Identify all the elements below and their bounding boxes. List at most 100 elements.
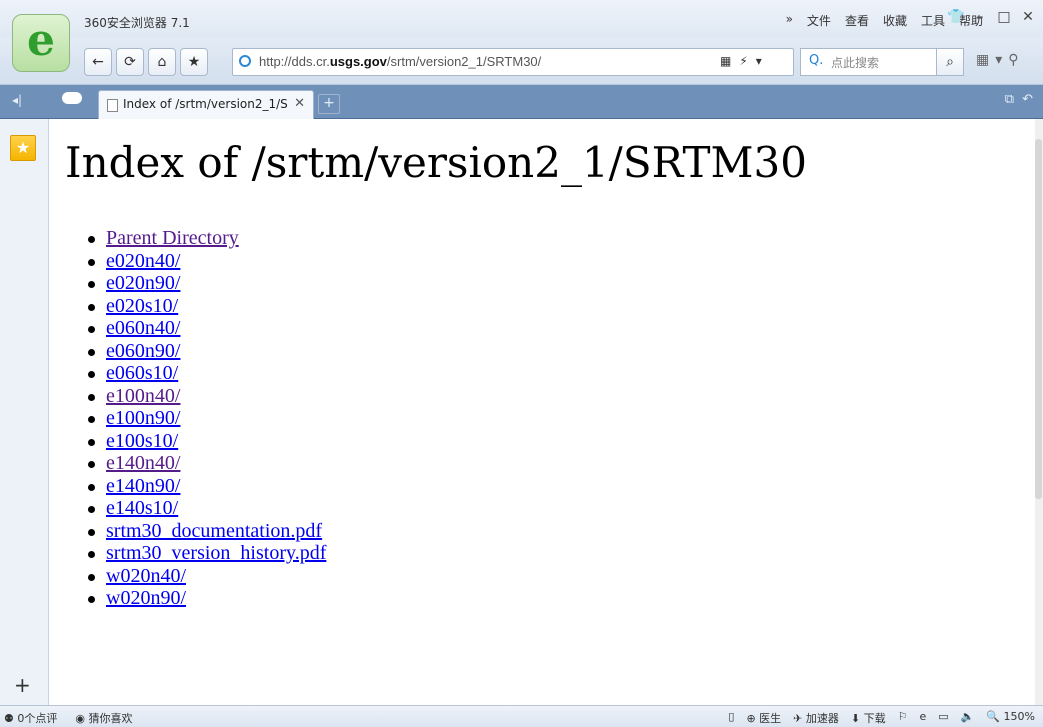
app-title: 360安全浏览器 7.1 (84, 16, 190, 30)
menu-more[interactable]: » (786, 12, 793, 29)
menu-tools[interactable]: 工具 (921, 12, 945, 29)
parent-directory-link[interactable]: Parent Directory (106, 227, 239, 249)
refresh-button[interactable]: ⟳ (116, 48, 144, 76)
directory-entry-link[interactable]: e140n90/ (106, 475, 180, 497)
list-item: Parent Directory (87, 227, 326, 250)
search-icon: ⌕ (946, 54, 954, 70)
address-bar[interactable]: http://dds.cr.usgs.gov/srtm/version2_1/S… (232, 48, 794, 76)
browser-logo-icon[interactable]: e (12, 14, 70, 72)
directory-entry-link[interactable]: e060n40/ (106, 317, 180, 339)
logo-e-mark: e (27, 15, 55, 66)
list-item: w020n40/ (87, 565, 326, 588)
undo-close-icon[interactable]: ↶ (1022, 92, 1033, 107)
mobile-icon[interactable]: ▯ (728, 710, 734, 726)
apps-grid-icon[interactable]: ▦ (976, 52, 989, 68)
address-tools: ▦ ⚡ ▾ (720, 54, 762, 68)
back-button[interactable]: ← (84, 48, 112, 76)
directory-entry-link[interactable]: e100n40/ (106, 385, 180, 407)
address-dropdown-icon[interactable]: ▾ (756, 54, 762, 68)
list-item: e140n40/ (87, 452, 326, 475)
list-item: e100n90/ (87, 407, 326, 430)
list-item: e100s10/ (87, 430, 326, 453)
status-left: ⚉ 0个点评 ◉ 猜你喜欢 (4, 710, 132, 726)
tab-bar: ◂| Index of /srtm/version2_1/S ✕ + ⧉ ↶ (0, 85, 1043, 119)
directory-entry-link[interactable]: e060s10/ (106, 362, 178, 384)
directory-entry-link[interactable]: e020n90/ (106, 272, 180, 294)
list-item: e060n40/ (87, 317, 326, 340)
ie-mode-icon[interactable]: e (919, 710, 926, 726)
url-path: /srtm/version2_1/SRTM30/ (386, 54, 542, 69)
favorite-star-button[interactable]: ★ (180, 48, 208, 76)
sidebar-toggle-icon[interactable]: ◂| (12, 93, 22, 107)
list-item: srtm30_documentation.pdf (87, 520, 326, 543)
page-icon (107, 99, 118, 112)
directory-entry-link[interactable]: e060n90/ (106, 340, 180, 362)
status-bar: ⚉ 0个点评 ◉ 猜你喜欢 ▯ ⊕ 医生 ✈ 加速器 ⬇ 下载 ⚐ e ▭ 🔈 … (0, 705, 1043, 727)
page-content: Index of /srtm/version2_1/SRTM30 Parent … (49, 119, 1035, 705)
accelerator-button[interactable]: ✈ 加速器 (793, 710, 839, 726)
close-window-button[interactable]: ✕ (1017, 6, 1039, 28)
window-icon[interactable]: ▭ (938, 710, 948, 726)
directory-entry-link[interactable]: e020n40/ (106, 250, 180, 272)
add-sidebar-icon[interactable]: + (14, 673, 31, 697)
directory-entry-link[interactable]: e100s10/ (106, 430, 178, 452)
list-item: e140n90/ (87, 475, 326, 498)
restore-tab-icon[interactable]: ⧉ (1005, 92, 1014, 107)
directory-entry-link[interactable]: e140n40/ (106, 452, 180, 474)
vertical-scrollbar[interactable] (1035, 119, 1043, 705)
url-text[interactable]: http://dds.cr.usgs.gov/srtm/version2_1/S… (259, 54, 541, 69)
recommendations-link[interactable]: ◉ 猜你喜欢 (75, 710, 132, 726)
qr-code-icon[interactable]: ▦ (720, 54, 731, 68)
minimize-button[interactable]: – (969, 6, 991, 28)
status-right: ▯ ⊕ 医生 ✈ 加速器 ⬇ 下载 ⚐ e ▭ 🔈 🔍 150% (728, 710, 1035, 726)
window-controls: 👕 – □ ✕ (943, 6, 1039, 28)
scrollbar-thumb[interactable] (1035, 139, 1042, 499)
maximize-button[interactable]: □ (993, 6, 1015, 28)
menu-file[interactable]: 文件 (807, 12, 831, 29)
left-sidebar: ★ + (0, 119, 49, 705)
home-button[interactable]: ⌂ (148, 48, 176, 76)
tab-active[interactable]: Index of /srtm/version2_1/S ✕ (98, 90, 314, 119)
tab-title: Index of /srtm/version2_1/S (123, 97, 288, 111)
sound-icon[interactable]: 🔈 (961, 710, 975, 726)
menu-view[interactable]: 查看 (845, 12, 869, 29)
search-button[interactable]: ⌕ (936, 48, 964, 76)
skin-icon[interactable]: 👕 (945, 6, 967, 28)
directory-entry-link[interactable]: w020n40/ (106, 565, 186, 587)
list-item: e020s10/ (87, 295, 326, 318)
cloud-sync-icon[interactable] (62, 92, 82, 104)
directory-entry-link[interactable]: srtm30_documentation.pdf (106, 520, 322, 542)
doctor-button[interactable]: ⊕ 医生 (746, 710, 781, 726)
search-engine-icon[interactable]: Q. (809, 53, 823, 68)
url-prefix: http://dds.cr. (259, 54, 330, 69)
title-bar: 360安全浏览器 7.1 » 文件 查看 收藏 工具 帮助 👕 – □ ✕ (0, 0, 1043, 38)
list-item: w020n90/ (87, 587, 326, 610)
extensions-dropdown-icon[interactable]: ▾ (995, 52, 1002, 68)
directory-entry-link[interactable]: w020n90/ (106, 587, 186, 609)
directory-entry-link[interactable]: e020s10/ (106, 295, 178, 317)
directory-entry-link[interactable]: srtm30_version_history.pdf (106, 542, 326, 564)
speed-mode-icon[interactable]: ⚡ (739, 54, 747, 68)
extensions-area: ▦ ▾ ⚲ (976, 52, 1019, 68)
new-tab-button[interactable]: + (318, 94, 340, 114)
tabbar-tools: ⧉ ↶ (1005, 92, 1033, 107)
zoom-search-icon[interactable]: ⚲ (1008, 52, 1018, 68)
close-tab-icon[interactable]: ✕ (294, 96, 305, 111)
zoom-level[interactable]: 🔍 150% (986, 710, 1035, 726)
directory-entry-link[interactable]: e140s10/ (106, 497, 178, 519)
list-item: e020n40/ (87, 250, 326, 273)
list-item: e060n90/ (87, 340, 326, 363)
site-security-icon (239, 55, 251, 67)
comments-count[interactable]: ⚉ 0个点评 (4, 710, 57, 726)
list-item: e140s10/ (87, 497, 326, 520)
page-title: Index of /srtm/version2_1/SRTM30 (65, 138, 807, 187)
list-item: e100n40/ (87, 385, 326, 408)
flag-icon[interactable]: ⚐ (898, 710, 908, 726)
menu-favorites[interactable]: 收藏 (883, 12, 907, 29)
directory-entry-link[interactable]: e100n90/ (106, 407, 180, 429)
download-button[interactable]: ⬇ 下载 (851, 710, 886, 726)
url-domain: usgs.gov (329, 54, 387, 69)
search-placeholder: 点此搜索 (831, 56, 880, 70)
favorites-star-icon[interactable]: ★ (10, 135, 36, 161)
list-item: e020n90/ (87, 272, 326, 295)
